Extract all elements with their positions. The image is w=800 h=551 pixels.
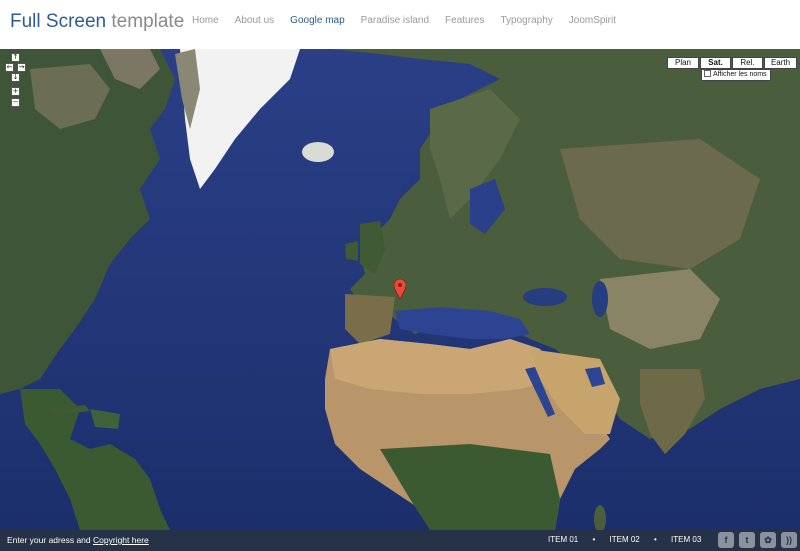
main-nav: Home About us Google map Paradise island… <box>192 15 632 27</box>
nav-google-map[interactable]: Google map <box>290 15 344 27</box>
map-type-plan-button[interactable]: Plan <box>667 57 699 69</box>
footer-item-2[interactable]: ITEM 02 <box>610 535 640 544</box>
nav-about-us[interactable]: About us <box>235 15 274 27</box>
nav-paradise-island[interactable]: Paradise island <box>361 15 429 27</box>
rss-icon[interactable]: )) <box>781 532 797 548</box>
site-header: Full Screen template Home About us Googl… <box>0 0 800 49</box>
zoom-out-button[interactable]: − <box>11 98 20 107</box>
site-title-main: Full Screen <box>10 11 107 32</box>
footer-separator: • <box>653 535 657 544</box>
map-type-earth-button[interactable]: Earth <box>764 57 797 69</box>
flickr-icon[interactable]: ✿ <box>760 532 776 548</box>
footer-item-3[interactable]: ITEM 03 <box>671 535 701 544</box>
nav-joomspirit[interactable]: JoomSpirit <box>569 15 616 27</box>
pan-up-icon[interactable]: ↑ <box>11 53 20 62</box>
map-type-selector: Plan Sat. Rel. Earth <box>667 57 798 69</box>
footer-address-text: Enter your adress and <box>7 535 91 545</box>
google-map[interactable]: ↑ ← → ↓ + − Plan Sat. Rel. Earth Affiche… <box>0 49 800 530</box>
pan-left-icon[interactable]: ← <box>5 63 14 72</box>
site-title-secondary: template <box>111 11 185 32</box>
pan-right-icon[interactable]: → <box>17 63 26 72</box>
show-labels-label: Afficher les noms <box>713 71 767 78</box>
footer-address: Enter your adress and Copyright here <box>7 535 149 545</box>
nav-home[interactable]: Home <box>192 15 219 27</box>
copyright-link[interactable]: Copyright here <box>93 535 149 545</box>
site-title[interactable]: Full Screen template <box>10 11 184 33</box>
map-marker-icon[interactable] <box>394 279 406 299</box>
footer-item-1[interactable]: ITEM 01 <box>548 535 578 544</box>
show-labels-option[interactable]: Afficher les noms <box>701 69 771 81</box>
twitter-icon[interactable]: t <box>739 532 755 548</box>
map-type-relief-button[interactable]: Rel. <box>732 57 763 69</box>
footer-menu: ITEM 01 • ITEM 02 • ITEM 03 <box>548 535 701 544</box>
show-labels-checkbox[interactable] <box>704 70 711 77</box>
nav-features[interactable]: Features <box>445 15 484 27</box>
footer-separator: • <box>592 535 596 544</box>
facebook-icon[interactable]: f <box>718 532 734 548</box>
pan-down-icon[interactable]: ↓ <box>11 73 20 82</box>
zoom-in-button[interactable]: + <box>11 87 20 96</box>
map-type-satellite-button[interactable]: Sat. <box>700 57 731 69</box>
nav-typography[interactable]: Typography <box>501 15 553 27</box>
site-footer: Enter your adress and Copyright here ITE… <box>0 530 800 551</box>
